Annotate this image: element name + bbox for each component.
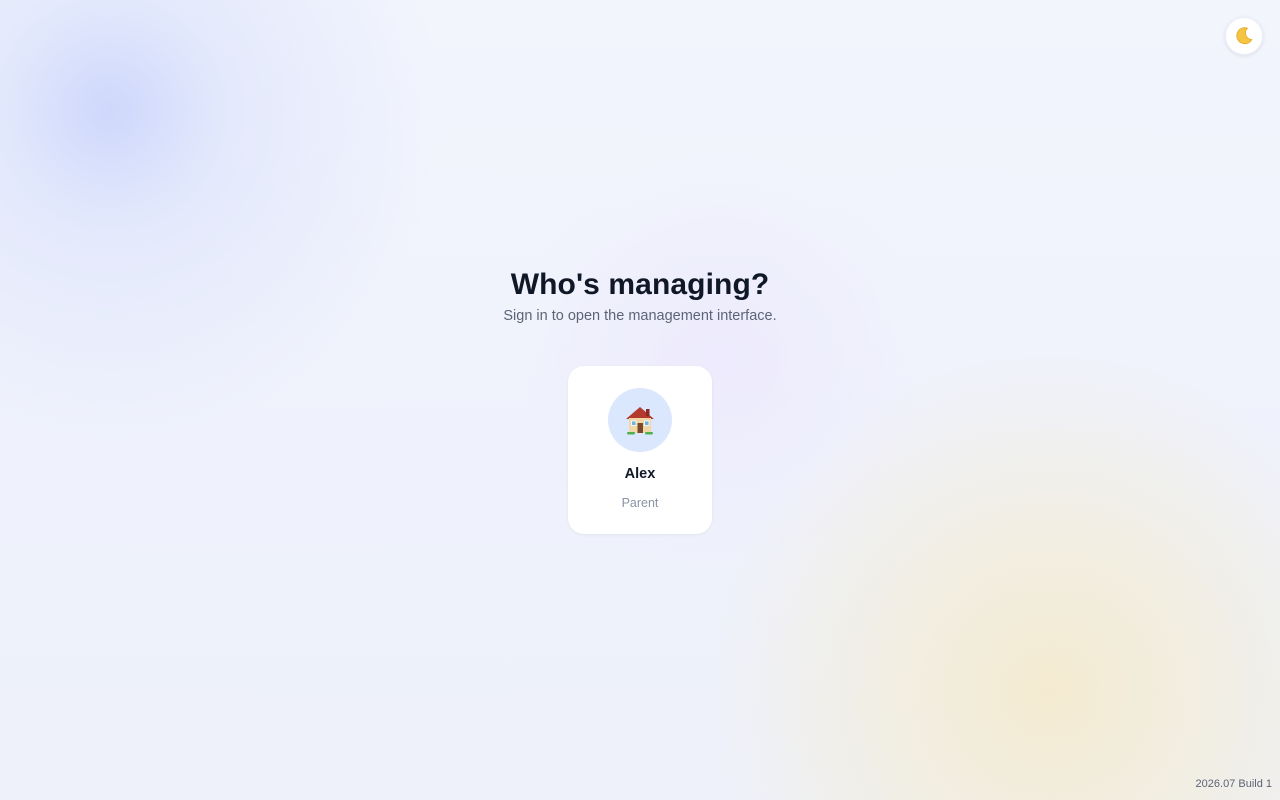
house-icon xyxy=(624,404,656,436)
profile-role: Parent xyxy=(621,496,659,510)
profile-card-alex[interactable]: Alex Parent xyxy=(568,366,712,534)
avatar xyxy=(608,388,672,452)
page-title: Who's managing? xyxy=(510,268,770,301)
page-subtitle: Sign in to open the management interface… xyxy=(503,308,777,324)
moon-icon xyxy=(1233,25,1255,47)
profile-name: Alex xyxy=(624,466,656,482)
version-label: 2026.07 Build 1 xyxy=(1195,778,1272,790)
theme-toggle-button[interactable] xyxy=(1225,17,1263,55)
